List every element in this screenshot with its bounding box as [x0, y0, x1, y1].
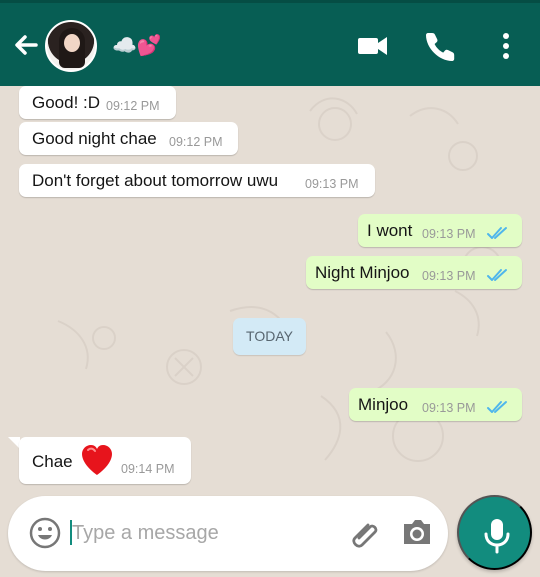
- camera-icon[interactable]: [398, 514, 436, 552]
- message-time: 09:12 PM: [169, 135, 223, 149]
- microphone-button[interactable]: [457, 495, 532, 570]
- message-time: 09:13 PM: [422, 269, 476, 283]
- microphone-icon: [484, 519, 510, 554]
- message-composer[interactable]: [8, 496, 448, 571]
- message-text: Minjoo: [358, 395, 409, 414]
- message-time: 09:13 PM: [422, 401, 476, 415]
- attachment-icon[interactable]: [346, 514, 384, 552]
- profile-avatar[interactable]: [45, 20, 97, 72]
- outgoing-message[interactable]: Minjoo 09:13 PM: [349, 388, 522, 421]
- read-ticks-icon: [487, 401, 507, 413]
- message-time: 09:13 PM: [305, 177, 359, 191]
- emoji-icon[interactable]: [28, 516, 62, 550]
- read-ticks-icon: [487, 227, 507, 239]
- incoming-message[interactable]: Don't forget about tomorrow uwu 09:13 PM: [19, 164, 375, 197]
- outgoing-message[interactable]: I wont 09:13 PM: [358, 214, 522, 247]
- message-time: 09:12 PM: [106, 99, 160, 113]
- video-call-icon[interactable]: [356, 29, 390, 63]
- avatar-face: [64, 34, 80, 52]
- back-arrow-icon[interactable]: [10, 27, 42, 63]
- message-text: Good! :D: [32, 93, 101, 112]
- incoming-message[interactable]: Good! :D 09:12 PM: [19, 86, 176, 119]
- message-text: Chae: [32, 452, 73, 471]
- message-text: I wont: [367, 221, 413, 240]
- message-time: 09:14 PM: [121, 462, 175, 476]
- outgoing-message[interactable]: Night Minjoo 09:13 PM: [306, 256, 522, 289]
- more-options-icon[interactable]: [494, 29, 528, 63]
- incoming-message[interactable]: Chae 09:14 PM: [19, 437, 191, 484]
- message-text: Good night chae: [32, 129, 157, 148]
- message-text: Night Minjoo: [315, 263, 410, 282]
- red-heart-icon: [82, 445, 112, 475]
- chat-header: ☁️💕: [0, 3, 540, 86]
- read-ticks-icon: [487, 269, 507, 281]
- message-input[interactable]: [72, 514, 342, 552]
- incoming-message[interactable]: Good night chae 09:12 PM: [19, 122, 238, 155]
- date-separator: TODAY: [233, 318, 306, 355]
- message-time: 09:13 PM: [422, 227, 476, 241]
- message-text: Don't forget about tomorrow uwu: [32, 171, 279, 190]
- voice-call-icon[interactable]: [424, 29, 458, 63]
- contact-name[interactable]: ☁️💕: [112, 33, 162, 58]
